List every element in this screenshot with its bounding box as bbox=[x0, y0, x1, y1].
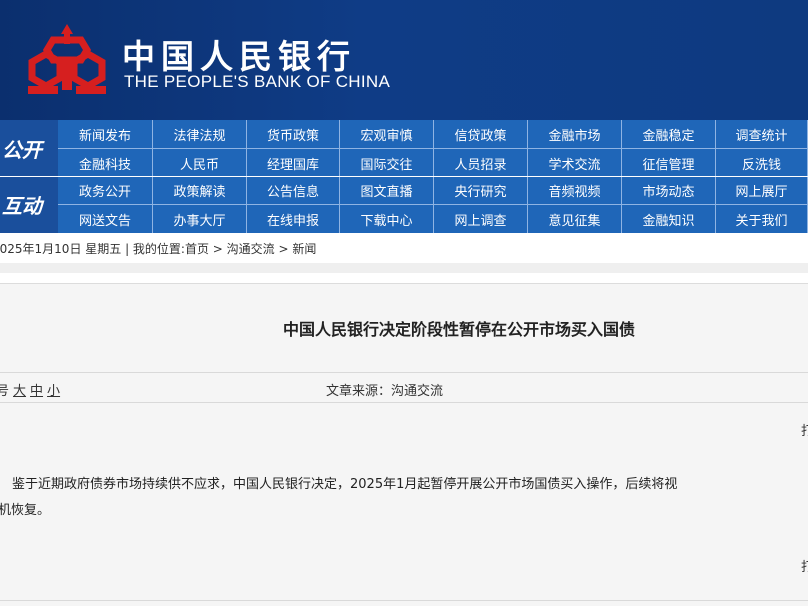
nav-item[interactable]: 政策解读 bbox=[153, 176, 247, 204]
nav-grid-open: 新闻发布 法律法规 货币政策 宏观审慎 信贷政策 金融市场 金融稳定 调查统计金融科技 人民币经… bbox=[58, 120, 808, 177]
meta-divider-bottom bbox=[0, 402, 808, 403]
nav-item[interactable]: 市场动态 bbox=[622, 176, 716, 204]
nav-row-separator bbox=[58, 204, 808, 205]
nav-item[interactable]: 经理国库 bbox=[247, 149, 340, 177]
nav-band-open: 公开 新闻发布 法律法规 货币政策 宏观审慎 信贷政策 金融市场 金融稳定 调查统计 金融科技人… bbox=[0, 120, 808, 177]
nav-item[interactable]: 办事大厅 bbox=[153, 205, 247, 233]
font-size-controls: 号大中小 bbox=[0, 380, 64, 399]
nav-grid-interactive: 政务公开 政策解读 公告信息 图文直播 央行研究 音频视频 市场动态 网上展厅网送文告 办事大厅… bbox=[58, 176, 808, 233]
nav-item[interactable]: 在线申报 bbox=[247, 205, 340, 233]
nav-item[interactable]: 金融市场 bbox=[528, 120, 622, 148]
nav-item[interactable]: 国际交往 bbox=[340, 149, 434, 177]
font-small-link[interactable]: 小 bbox=[47, 384, 60, 399]
print-link-top[interactable]: 打 bbox=[801, 420, 808, 439]
nav-item[interactable]: 政务公开 bbox=[58, 176, 153, 204]
nav-item[interactable]: 学术交流 bbox=[528, 149, 622, 177]
meta-divider-top bbox=[0, 372, 808, 373]
nav-item[interactable]: 金融稳定 bbox=[622, 120, 716, 148]
nav-item[interactable]: 网送文告 bbox=[58, 205, 153, 233]
nav-item[interactable]: 网上展厅 bbox=[716, 176, 808, 204]
nav-row-separator bbox=[58, 148, 808, 149]
site-title-en: THE PEOPLE'S BANK OF CHINA bbox=[124, 72, 391, 91]
nav-item[interactable]: 央行研究 bbox=[434, 176, 528, 204]
nav-item[interactable]: 音频视频 bbox=[528, 176, 622, 204]
nav-item[interactable]: 货币政策 bbox=[247, 120, 340, 148]
nav-item[interactable]: 公告信息 bbox=[247, 176, 340, 204]
nav-item[interactable]: 网上调查 bbox=[434, 205, 528, 233]
nav-section-label-open: 公开 bbox=[0, 120, 58, 177]
font-size-prefix: 号 bbox=[0, 384, 10, 399]
nav-item[interactable]: 意见征集 bbox=[528, 205, 622, 233]
nav-item[interactable]: 人员招录 bbox=[434, 149, 528, 177]
nav-item[interactable]: 下载中心 bbox=[340, 205, 434, 233]
font-large-link[interactable]: 大 bbox=[13, 384, 26, 399]
nav-item[interactable]: 法律法规 bbox=[153, 120, 247, 148]
article-title: 中国人民银行决定阶段性暂停在公开市场买入国债 bbox=[282, 320, 635, 339]
print-link-bottom[interactable]: 打 bbox=[801, 556, 808, 575]
article-content: 中国人民银行决定阶段性暂停在公开市场买入国债 号大中小 文章来源：沟通交流 打 … bbox=[0, 283, 808, 606]
nav-item[interactable]: 金融知识 bbox=[622, 205, 716, 233]
font-medium-link[interactable]: 中 bbox=[30, 384, 43, 399]
nav-item[interactable]: 新闻发布 bbox=[58, 120, 153, 148]
nav-item[interactable]: 信贷政策 bbox=[434, 120, 528, 148]
nav-item[interactable]: 人民币 bbox=[153, 149, 247, 177]
nav-item[interactable]: 图文直播 bbox=[340, 176, 434, 204]
site-title-cn: 中国人民银行 bbox=[122, 37, 356, 76]
nav-band-interactive: 互动 政务公开 政策解读 公告信息 图文直播 央行研究 音频视频 市场动态 网上展厅网送文告办… bbox=[0, 176, 808, 233]
pboc-logo-icon[interactable] bbox=[26, 22, 108, 96]
site-header: 中国人民银行 THE PEOPLE'S BANK OF CHINA bbox=[0, 0, 808, 120]
article-source: 文章来源：沟通交流 bbox=[326, 384, 444, 399]
nav-section-label-interactive: 互动 bbox=[0, 176, 58, 233]
nav-item[interactable]: 反洗钱 bbox=[716, 149, 808, 177]
nav-item[interactable]: 征信管理 bbox=[622, 149, 716, 177]
content-bottom-line bbox=[0, 600, 808, 601]
nav-item[interactable]: 调查统计 bbox=[716, 120, 808, 148]
section-divider bbox=[0, 263, 808, 273]
breadcrumb-text[interactable]: 2025年1月10日 星期五 | 我的位置:首页 > 沟通交流 > 新闻 bbox=[0, 240, 316, 257]
article-paragraph-line2: 机恢复。 bbox=[0, 503, 51, 518]
article-paragraph: 鉴于近期政府债券市场持续供不应求，中国人民银行决定，2025年1月起暂停开展公开… bbox=[0, 472, 808, 524]
band-separator bbox=[0, 176, 808, 177]
nav-item[interactable]: 宏观审慎 bbox=[340, 120, 434, 148]
article-paragraph-line1: 鉴于近期政府债券市场持续供不应求，中国人民银行决定，2025年1月起暂停开展公开… bbox=[12, 477, 678, 492]
nav-item[interactable]: 关于我们 bbox=[716, 205, 808, 233]
nav-item[interactable]: 金融科技 bbox=[58, 149, 153, 177]
breadcrumb: 2025年1月10日 星期五 | 我的位置:首页 > 沟通交流 > 新闻 bbox=[0, 233, 808, 263]
